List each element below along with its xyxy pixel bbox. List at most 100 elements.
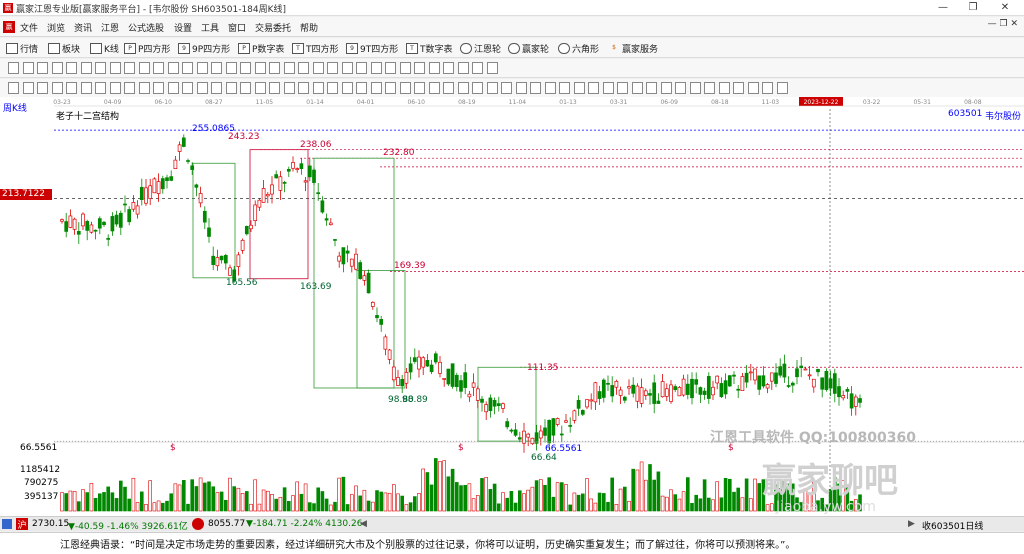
toolbar-t-table-button[interactable]: T T数字表 (406, 41, 453, 55)
minimize-button[interactable]: — (928, 0, 958, 16)
draw-tool-icon-3[interactable] (51, 62, 63, 74)
indicator-tool-icon-10[interactable] (153, 82, 164, 94)
indicator-tool-icon-14[interactable] (211, 82, 222, 94)
toolbar-hexagon-button[interactable]: 六角形 (558, 41, 599, 55)
draw-tool-icon-13[interactable] (196, 62, 208, 74)
indicator-tool-icon-19[interactable] (283, 82, 295, 94)
indicator-tool-icon-3[interactable] (51, 82, 63, 94)
indicator-tool-icon-16[interactable] (240, 82, 251, 94)
draw-tool-icon-28[interactable] (414, 62, 425, 74)
indicator-tool-icon-7[interactable] (109, 82, 121, 94)
indicator-tool-icon-47[interactable] (689, 82, 701, 94)
toolbar-service-button[interactable]: $ 赢家服务 (608, 41, 658, 55)
draw-tool-icon-4[interactable] (66, 62, 77, 74)
indicator-tool-icon-48[interactable] (704, 82, 715, 94)
indicator-tool-icon-26[interactable] (385, 82, 396, 94)
indicator-tool-icon-8[interactable] (124, 82, 135, 94)
indicator-tool-icon-17[interactable] (254, 82, 266, 94)
menu-window[interactable]: 窗口 (228, 21, 246, 34)
indicator-tool-icon-34[interactable] (501, 82, 512, 94)
draw-tool-icon-11[interactable] (167, 62, 179, 74)
indicator-tool-icon-45[interactable] (660, 82, 672, 94)
draw-tool-icon-22[interactable] (327, 62, 338, 74)
draw-tool-icon-10[interactable] (153, 62, 164, 74)
toolbar-p-table-button[interactable]: P P数字表 (238, 41, 284, 55)
indicator-tool-icon-30[interactable] (443, 82, 454, 94)
maximize-button[interactable]: ❐ (958, 0, 988, 16)
indicator-tool-icon-12[interactable] (182, 82, 193, 94)
indicator-tool-icon-31[interactable] (457, 82, 469, 94)
draw-tool-icon-25[interactable] (370, 62, 382, 74)
draw-tool-icon-2[interactable] (37, 62, 48, 74)
menu-news[interactable]: 资讯 (74, 21, 92, 34)
draw-tool-icon-27[interactable] (399, 62, 411, 74)
scroll-right-icon[interactable]: ▶ (908, 519, 915, 529)
menu-formula[interactable]: 公式选股 (128, 21, 164, 34)
indicator-tool-icon-20[interactable] (298, 82, 309, 94)
indicator-tool-icon-50[interactable] (733, 82, 744, 94)
toolbar-winner-wheel-button[interactable]: 赢家轮 (508, 41, 549, 55)
draw-tool-icon-18[interactable] (269, 62, 280, 74)
indicator-tool-icon-25[interactable] (370, 82, 382, 94)
draw-tool-icon-24[interactable] (356, 62, 367, 74)
toolbar-t-square-button[interactable]: T T四方形 (292, 41, 339, 55)
draw-tool-icon-1[interactable] (22, 62, 34, 74)
menu-browse[interactable]: 浏览 (47, 21, 65, 34)
draw-tool-icon-5[interactable] (80, 62, 92, 74)
toolbar-kline-button[interactable]: K线 (90, 41, 119, 55)
indicator-tool-icon-21[interactable] (312, 82, 324, 94)
draw-tool-icon-16[interactable] (240, 62, 251, 74)
menu-trade[interactable]: 交易委托 (255, 21, 291, 34)
indicator-tool-icon-23[interactable] (341, 82, 353, 94)
indicator-tool-icon-52[interactable] (762, 82, 773, 94)
indicator-tool-icon-6[interactable] (95, 82, 106, 94)
toolbar-9t-square-button[interactable]: 9 9T四方形 (346, 41, 398, 55)
draw-tool-icon-9[interactable] (138, 62, 150, 74)
draw-tool-icon-31[interactable] (457, 62, 469, 74)
indicator-tool-icon-53[interactable] (776, 82, 788, 94)
indicator-tool-icon-27[interactable] (399, 82, 411, 94)
indicator-tool-icon-22[interactable] (327, 82, 338, 94)
indicator-tool-icon-15[interactable] (225, 82, 237, 94)
draw-tool-icon-29[interactable] (428, 62, 440, 74)
indicator-tool-icon-38[interactable] (559, 82, 570, 94)
draw-tool-icon-0[interactable] (8, 62, 19, 74)
draw-tool-icon-30[interactable] (443, 62, 454, 74)
indicator-tool-icon-32[interactable] (472, 82, 483, 94)
indicator-tool-icon-36[interactable] (530, 82, 541, 94)
menu-settings[interactable]: 设置 (174, 21, 192, 34)
indicator-tool-icon-2[interactable] (37, 82, 48, 94)
indicator-tool-icon-13[interactable] (196, 82, 208, 94)
toolbar-p-square-button[interactable]: P P四方形 (124, 41, 170, 55)
indicator-tool-icon-9[interactable] (138, 82, 150, 94)
indicator-tool-icon-33[interactable] (486, 82, 498, 94)
draw-tool-icon-15[interactable] (225, 62, 237, 74)
draw-tool-icon-23[interactable] (341, 62, 353, 74)
indicator-tool-icon-40[interactable] (588, 82, 599, 94)
menu-tools[interactable]: 工具 (201, 21, 219, 34)
indicator-tool-icon-49[interactable] (718, 82, 730, 94)
indicator-tool-icon-0[interactable] (8, 82, 19, 94)
indicator-tool-icon-51[interactable] (747, 82, 759, 94)
scroll-left-icon[interactable]: ◀ (360, 519, 367, 529)
mdi-controls[interactable]: — ❐ ✕ (988, 19, 1018, 29)
indicator-tool-icon-24[interactable] (356, 82, 367, 94)
draw-tool-icon-7[interactable] (109, 62, 121, 74)
indicator-tool-icon-37[interactable] (544, 82, 556, 94)
menu-file[interactable]: 文件 (20, 21, 38, 34)
indicator-tool-icon-11[interactable] (167, 82, 179, 94)
toolbar-9p-square-button[interactable]: 9 9P四方形 (178, 41, 230, 55)
indicator-tool-icon-42[interactable] (617, 82, 628, 94)
toolbar-gann-wheel-button[interactable]: 江恩轮 (460, 41, 501, 55)
indicator-tool-icon-35[interactable] (515, 82, 527, 94)
menu-gann[interactable]: 江恩 (101, 21, 119, 34)
indicator-tool-icon-28[interactable] (414, 82, 425, 94)
indicator-tool-icon-18[interactable] (269, 82, 280, 94)
indicator-tool-icon-39[interactable] (573, 82, 585, 94)
indicator-tool-icon-1[interactable] (22, 82, 34, 94)
indicator-tool-icon-43[interactable] (631, 82, 643, 94)
kline-chart[interactable]: 03-23 04-09 06-10 08-27 11-05 01-14 04-01 06-10… (0, 97, 1024, 516)
indicator-tool-icon-5[interactable] (80, 82, 92, 94)
toolbar-sector-button[interactable]: 板块 (48, 41, 80, 55)
draw-tool-icon-26[interactable] (385, 62, 396, 74)
